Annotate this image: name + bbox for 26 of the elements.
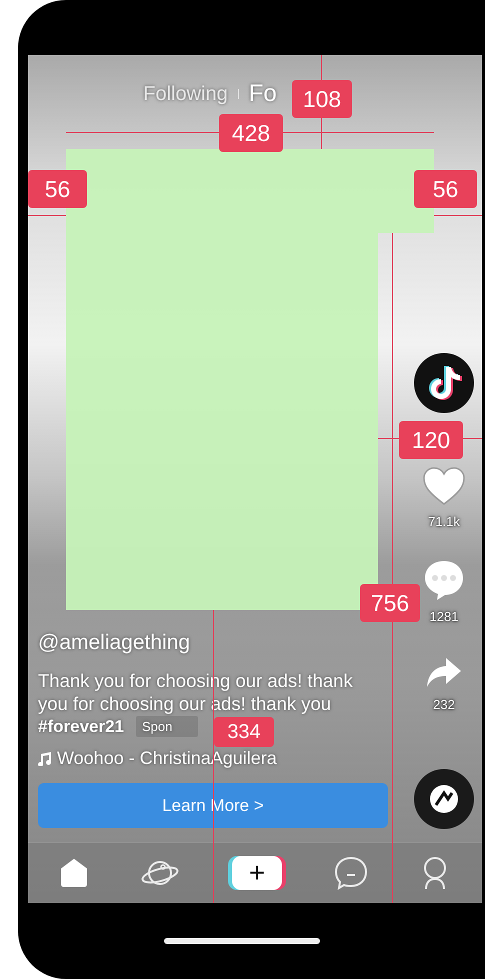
sponsored-label: Spon — [136, 716, 198, 737]
home-icon[interactable] — [60, 858, 88, 888]
chat-icon[interactable] — [334, 856, 368, 890]
dimension-label: 56 — [28, 170, 87, 208]
create-button[interactable]: + — [232, 856, 282, 890]
dimension-label: 334 — [214, 717, 274, 747]
heart-icon[interactable] — [422, 466, 466, 506]
feed-tab[interactable]: Fo — [248, 80, 277, 108]
feed-tab[interactable]: Following — [143, 82, 228, 106]
share-icon[interactable] — [426, 657, 462, 689]
dimension-line — [434, 215, 482, 216]
action-count: 1281 — [430, 609, 458, 624]
comment-icon[interactable] — [423, 559, 465, 601]
dimension-label: 56 — [414, 170, 477, 208]
action-count: 71.1k — [428, 514, 460, 529]
hashtag[interactable]: #forever21 — [38, 715, 124, 738]
dimension-line — [28, 215, 66, 216]
dimension-label: 756 — [360, 584, 420, 622]
logo-avatar-icon[interactable] — [414, 353, 474, 413]
dimension-label: 120 — [399, 421, 463, 459]
username[interactable]: @ameliagething — [38, 631, 406, 655]
dimension-label: 428 — [219, 114, 283, 152]
music-note-icon — [38, 752, 52, 766]
music-disc-icon[interactable] — [414, 769, 474, 829]
dimension-label: 108 — [292, 80, 352, 118]
action-count: 232 — [433, 697, 455, 712]
